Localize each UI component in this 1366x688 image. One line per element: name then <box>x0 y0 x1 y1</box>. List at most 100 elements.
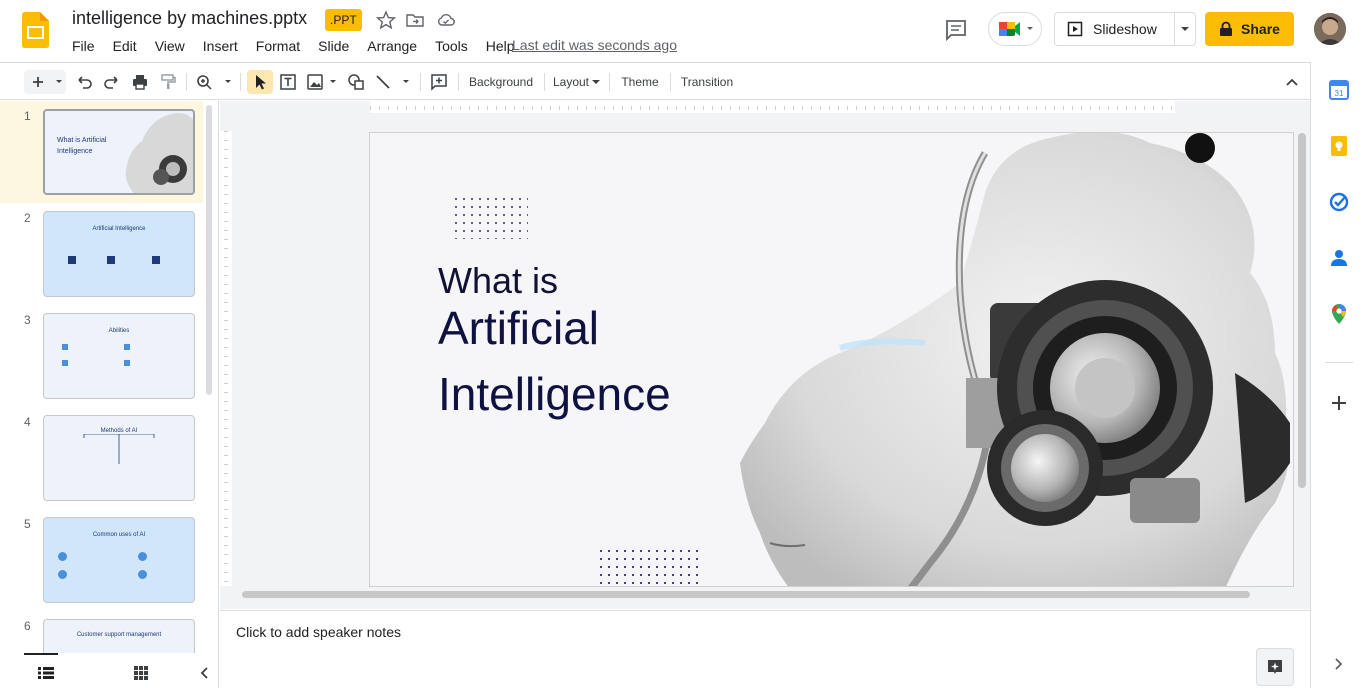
thumbnail-title: Common uses of AI <box>92 532 146 538</box>
vertical-ruler[interactable] <box>220 131 232 586</box>
document-title[interactable]: intelligence by machines.pptx <box>72 8 307 29</box>
cloud-saved-icon[interactable] <box>436 10 456 30</box>
layout-button[interactable]: Layout <box>551 70 603 94</box>
speaker-notes-panel[interactable]: Click to add speaker notes <box>220 610 1310 688</box>
slide-title-line1[interactable]: Artificial <box>438 301 599 355</box>
shape-button[interactable] <box>345 70 367 94</box>
background-button[interactable]: Background <box>464 70 538 94</box>
canvas-horizontal-scrollbar[interactable] <box>242 591 1250 598</box>
chevron-up-icon <box>1286 78 1298 86</box>
slide-canvas-area: What is Artificial Intelligence <box>220 101 1310 609</box>
play-slideshow-icon <box>1067 21 1083 37</box>
speaker-notes-placeholder[interactable]: Click to add speaker notes <box>236 624 401 640</box>
thumbnail-title: Customer support management <box>76 632 162 638</box>
contacts-icon[interactable] <box>1328 247 1350 269</box>
toolbar: Background Layout Theme Transition <box>0 62 1310 100</box>
menu-format[interactable]: Format <box>247 36 309 56</box>
app-header: intelligence by machines.pptx .PPT File … <box>0 0 1366 62</box>
notes-resize-handle[interactable] <box>756 605 776 609</box>
slide-thumbnail-5[interactable]: Common uses of AI <box>43 517 195 603</box>
zoom-icon <box>197 75 231 90</box>
meet-button[interactable] <box>988 12 1042 46</box>
lock-icon <box>1220 21 1233 36</box>
slide-number: 4 <box>24 415 31 429</box>
transition-button[interactable]: Transition <box>675 70 739 94</box>
line-button[interactable] <box>373 70 413 94</box>
redo-button[interactable] <box>101 70 123 94</box>
new-slide-button[interactable] <box>24 70 66 94</box>
move-folder-icon[interactable] <box>405 10 425 30</box>
thumbnail-robot-image <box>125 113 193 193</box>
slideshow-options-button[interactable] <box>1175 13 1195 45</box>
maps-icon[interactable] <box>1328 303 1350 325</box>
thumbnail-title: What is Artificial Intelligence <box>57 137 107 155</box>
slideshow-button[interactable]: Slideshow <box>1055 13 1176 45</box>
dot-grid-decoration <box>454 197 528 239</box>
comments-icon[interactable] <box>942 16 970 44</box>
thumbnail-title: Artificial Intelligence <box>92 226 146 232</box>
menu-file[interactable]: File <box>63 36 104 56</box>
text-box-icon <box>280 74 296 90</box>
user-avatar-icon <box>1314 13 1346 45</box>
slideshow-label: Slideshow <box>1093 21 1157 37</box>
slide-subtitle[interactable]: What is <box>438 260 558 302</box>
slide-thumbnail-3[interactable]: Abilities <box>43 313 195 399</box>
theme-button[interactable]: Theme <box>616 70 664 94</box>
ruler-ticks <box>370 102 1175 114</box>
menu-tools[interactable]: Tools <box>426 36 477 56</box>
filmstrip-scrollbar[interactable] <box>206 105 212 395</box>
collapse-toolbar-button[interactable] <box>1281 70 1303 94</box>
undo-icon <box>78 76 92 89</box>
chevron-down-icon <box>592 80 601 84</box>
file-type-badge: .PPT <box>325 9 362 31</box>
account-avatar[interactable] <box>1314 13 1346 45</box>
thumbnail-title: Abilities <box>108 328 130 334</box>
zoom-button[interactable] <box>194 70 234 94</box>
menu-bar: File Edit View Insert Format Slide Arran… <box>63 36 524 56</box>
filmstrip-view-controls <box>0 653 218 688</box>
slide-filmstrip: 1 What is Artificial Intelligence 2 Arti… <box>0 101 219 688</box>
chevron-right-icon[interactable] <box>1328 653 1350 675</box>
slides-logo-icon[interactable] <box>22 12 49 48</box>
grid-view-icon[interactable] <box>134 666 148 680</box>
menu-slide[interactable]: Slide <box>309 36 358 56</box>
slide-title-line2[interactable]: Intelligence <box>438 367 671 421</box>
chevron-left-icon[interactable] <box>199 666 209 680</box>
robot-head-image[interactable] <box>730 132 1294 587</box>
dot-grid-decoration <box>599 549 703 586</box>
layout-label: Layout <box>552 75 590 89</box>
slide-number: 2 <box>24 211 31 225</box>
last-edit-link[interactable]: Last edit was seconds ago <box>512 37 677 53</box>
add-addon-icon[interactable] <box>1328 392 1350 414</box>
insert-image-button[interactable] <box>305 70 339 94</box>
calendar-icon[interactable]: 31 <box>1328 79 1350 101</box>
keep-icon[interactable] <box>1328 135 1350 157</box>
canvas-vertical-scrollbar[interactable] <box>1298 133 1306 488</box>
menu-arrange[interactable]: Arrange <box>358 36 426 56</box>
slide-thumbnail-4[interactable]: Methods of AI <box>43 415 195 501</box>
current-slide[interactable]: What is Artificial Intelligence <box>369 132 1294 587</box>
svg-text:31: 31 <box>1335 89 1344 98</box>
explore-button[interactable] <box>1256 648 1294 686</box>
slide-thumbnail-2[interactable]: Artificial Intelligence <box>43 211 195 297</box>
menu-insert[interactable]: Insert <box>194 36 247 56</box>
meet-icon <box>999 22 1033 36</box>
star-icon[interactable] <box>376 10 396 30</box>
add-comment-button[interactable] <box>428 70 450 94</box>
slide-number: 6 <box>24 619 31 633</box>
menu-view[interactable]: View <box>146 36 194 56</box>
paint-format-button[interactable] <box>157 70 179 94</box>
side-panel: 31 <box>1310 62 1366 688</box>
share-button[interactable]: Share <box>1205 12 1294 46</box>
tasks-icon[interactable] <box>1328 191 1350 213</box>
slide-number: 5 <box>24 517 31 531</box>
select-tool-button[interactable] <box>247 70 273 94</box>
print-button[interactable] <box>129 70 151 94</box>
text-box-button[interactable] <box>277 70 299 94</box>
undo-button[interactable] <box>73 70 95 94</box>
slide-thumbnail-1[interactable]: What is Artificial Intelligence <box>43 109 195 195</box>
horizontal-ruler[interactable] <box>370 101 1175 114</box>
menu-edit[interactable]: Edit <box>104 36 146 56</box>
filmstrip-view-icon[interactable] <box>38 667 54 679</box>
explore-sparkle-icon <box>1268 660 1282 674</box>
